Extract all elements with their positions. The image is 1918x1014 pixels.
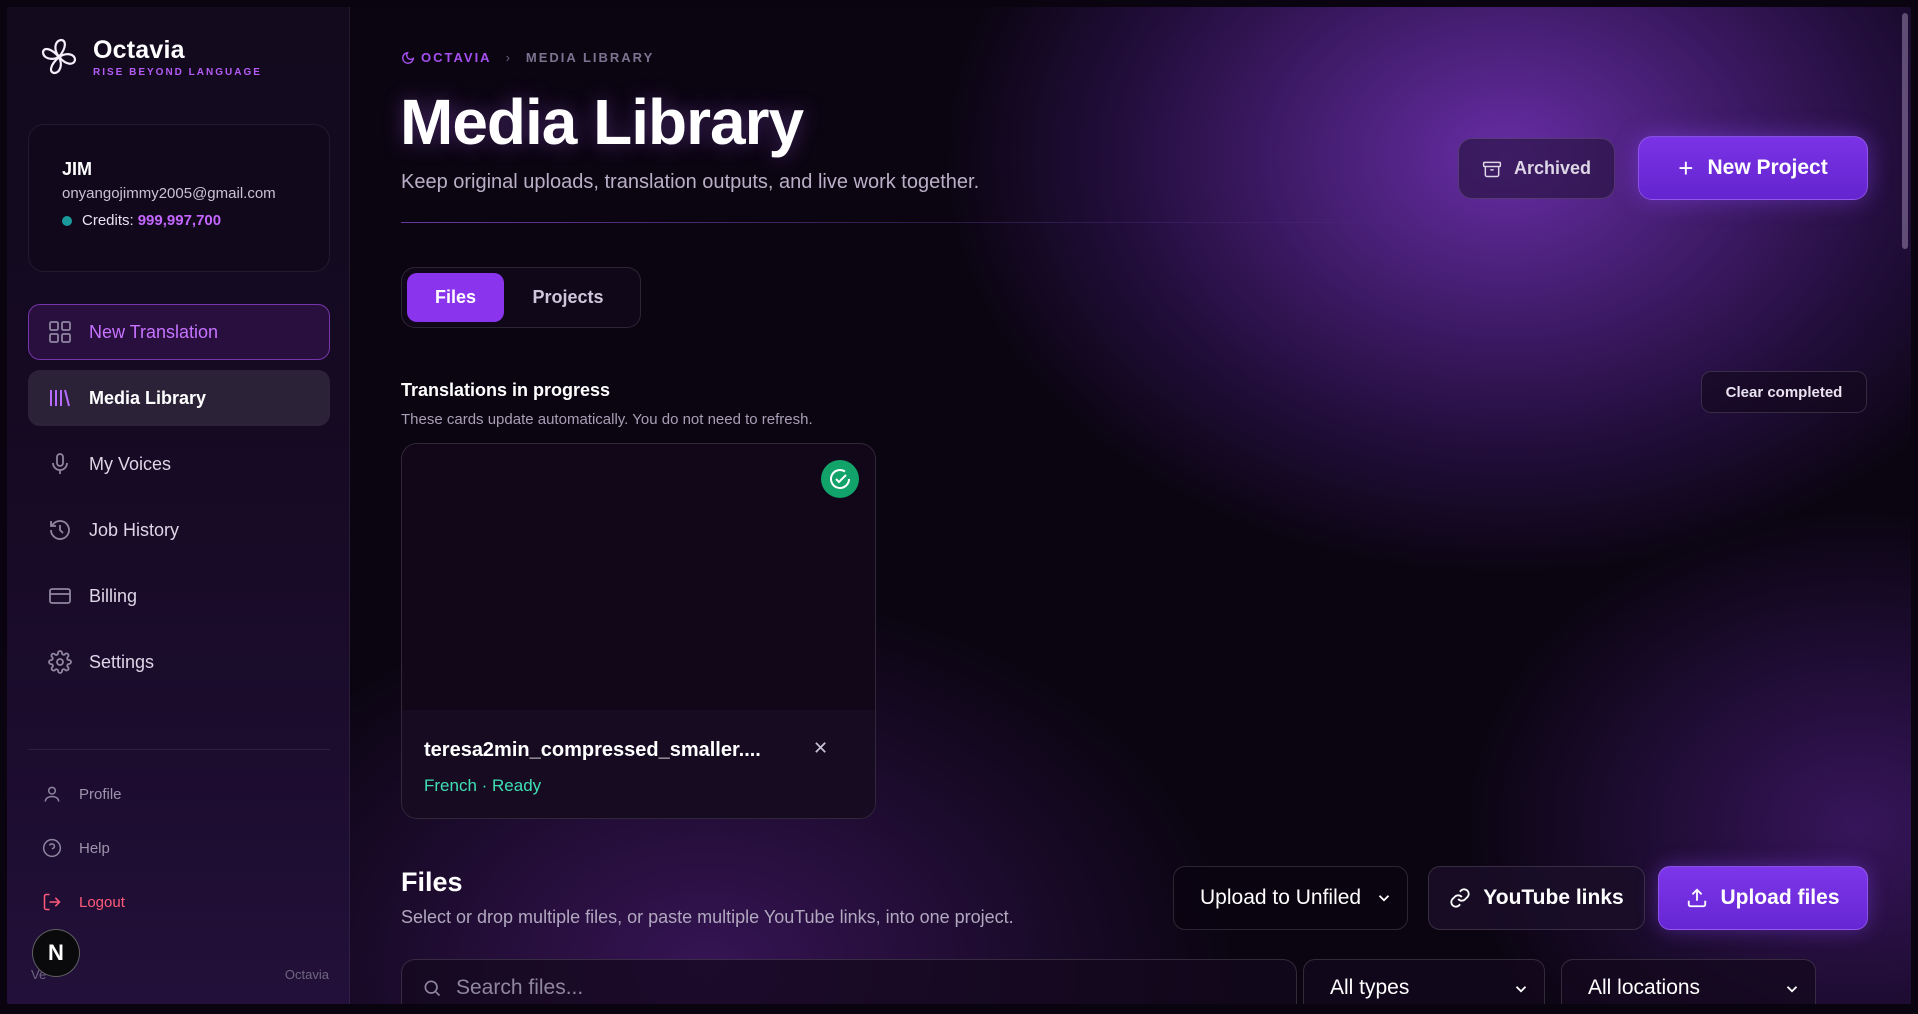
grid-icon bbox=[47, 319, 73, 345]
search-bar bbox=[401, 959, 1297, 1004]
sidebar-secondary-nav: Profile Help Logout bbox=[41, 780, 125, 942]
user-icon bbox=[41, 783, 63, 805]
gear-icon bbox=[47, 649, 73, 675]
sidebar-item-label: Profile bbox=[79, 785, 122, 803]
sidebar-footer: Ve Octavia bbox=[31, 967, 329, 982]
youtube-links-label: YouTube links bbox=[1483, 886, 1624, 909]
history-icon bbox=[47, 517, 73, 543]
files-section-subtitle: Select or drop multiple files, or paste … bbox=[401, 907, 1014, 927]
microphone-icon bbox=[47, 451, 73, 477]
app-window: Octavia RISE BEYOND LANGUAGE JIM onyango… bbox=[7, 7, 1911, 1004]
octavia-logo bbox=[41, 38, 77, 75]
sidebar-item-job-history[interactable]: Job History bbox=[28, 502, 330, 558]
tab-files[interactable]: Files bbox=[407, 273, 504, 322]
archived-label: Archived bbox=[1513, 158, 1592, 178]
upload-destination-label: Upload to Unfiled bbox=[1200, 886, 1362, 909]
card-preview bbox=[402, 444, 875, 710]
moon-icon bbox=[402, 51, 415, 64]
breadcrumb-current: MEDIA LIBRARY bbox=[525, 50, 655, 65]
credit-card-icon bbox=[47, 583, 73, 609]
close-icon[interactable]: ✕ bbox=[813, 738, 828, 759]
search-icon bbox=[422, 978, 442, 998]
new-project-label: New Project bbox=[1707, 156, 1828, 179]
sidebar-divider bbox=[28, 749, 330, 750]
view-tabs: Files Projects bbox=[401, 267, 641, 328]
breadcrumb: OCTAVIA › MEDIA LIBRARY bbox=[401, 50, 654, 65]
type-filter-value: All types bbox=[1330, 976, 1410, 999]
upload-files-button[interactable]: Upload files bbox=[1658, 866, 1868, 930]
plus-icon: + bbox=[1678, 153, 1694, 183]
check-circle-icon bbox=[821, 460, 859, 498]
chevron-down-icon bbox=[1375, 889, 1393, 913]
card-file-name: teresa2min_compressed_smaller.... bbox=[424, 739, 761, 761]
sidebar-item-label: New Translation bbox=[89, 321, 219, 342]
breadcrumb-root[interactable]: OCTAVIA bbox=[421, 50, 492, 65]
sidebar-item-label: Logout bbox=[79, 893, 125, 911]
chevron-down-icon bbox=[1783, 980, 1801, 1004]
main-content: OCTAVIA › MEDIA LIBRARY Media Library Ke… bbox=[350, 7, 1911, 1004]
in-progress-subtitle: These cards update automatically. You do… bbox=[401, 411, 813, 428]
credits-value: 999,997,700 bbox=[137, 212, 222, 229]
location-filter-select[interactable]: All locations bbox=[1561, 959, 1816, 1004]
sidebar-item-label: Media Library bbox=[89, 387, 207, 408]
dev-tools-badge[interactable]: N bbox=[32, 929, 80, 977]
upload-destination-select[interactable]: Upload to Unfiled bbox=[1173, 866, 1408, 930]
header-divider bbox=[401, 222, 1451, 223]
archive-icon bbox=[1482, 159, 1502, 179]
sidebar-item-label: Settings bbox=[89, 651, 155, 672]
new-project-button[interactable]: + New Project bbox=[1638, 136, 1868, 200]
scrollbar[interactable] bbox=[1902, 13, 1908, 249]
archived-button[interactable]: Archived bbox=[1458, 138, 1615, 199]
sidebar-item-my-voices[interactable]: My Voices bbox=[28, 436, 330, 492]
link-icon bbox=[1449, 887, 1471, 909]
page-subtitle: Keep original uploads, translation outpu… bbox=[401, 171, 980, 193]
footer-brand: Octavia bbox=[284, 967, 329, 982]
sidebar: Octavia RISE BEYOND LANGUAGE JIM onyango… bbox=[7, 7, 350, 1004]
tab-projects[interactable]: Projects bbox=[504, 273, 632, 322]
library-icon bbox=[47, 385, 73, 411]
sidebar-item-settings[interactable]: Settings bbox=[28, 634, 330, 690]
sidebar-item-label: My Voices bbox=[89, 453, 172, 474]
sidebar-item-label: Job History bbox=[89, 519, 180, 540]
sidebar-item-logout[interactable]: Logout bbox=[41, 888, 125, 916]
brand-tagline: RISE BEYOND LANGUAGE bbox=[93, 67, 262, 78]
sidebar-nav: New Translation Media Library My Voices bbox=[28, 304, 330, 700]
card-status: French · Ready bbox=[424, 776, 542, 795]
credits-status-dot bbox=[62, 215, 72, 226]
brand[interactable]: Octavia RISE BEYOND LANGUAGE bbox=[37, 35, 262, 79]
help-icon bbox=[41, 837, 63, 859]
upload-files-label: Upload files bbox=[1720, 886, 1840, 909]
sidebar-item-label: Billing bbox=[89, 585, 138, 606]
card-footer: teresa2min_compressed_smaller.... French… bbox=[402, 710, 875, 818]
in-progress-title: Translations in progress bbox=[401, 380, 611, 400]
location-filter-value: All locations bbox=[1588, 976, 1701, 999]
logout-icon bbox=[41, 891, 63, 913]
sidebar-item-help[interactable]: Help bbox=[41, 834, 125, 862]
clear-completed-button[interactable]: Clear completed bbox=[1701, 371, 1867, 413]
brand-name: Octavia bbox=[93, 36, 185, 64]
upload-icon bbox=[1686, 887, 1708, 909]
type-filter-select[interactable]: All types bbox=[1303, 959, 1545, 1004]
user-email: onyangojimmy2005@gmail.com bbox=[62, 185, 276, 202]
sidebar-item-media-library[interactable]: Media Library bbox=[28, 370, 330, 426]
user-name: JIM bbox=[62, 159, 93, 179]
credits-row: Credits: 999,997,700 bbox=[62, 212, 329, 229]
page-title: Media Library bbox=[400, 86, 804, 158]
credits-label: Credits: bbox=[82, 212, 134, 229]
translation-card[interactable]: teresa2min_compressed_smaller.... French… bbox=[401, 443, 876, 819]
sidebar-item-label: Help bbox=[79, 839, 110, 857]
breadcrumb-separator: › bbox=[505, 50, 512, 65]
chevron-down-icon bbox=[1512, 980, 1530, 1004]
files-section-title: Files bbox=[401, 867, 463, 897]
youtube-links-button[interactable]: YouTube links bbox=[1428, 866, 1645, 930]
sidebar-item-billing[interactable]: Billing bbox=[28, 568, 330, 624]
user-card: JIM onyangojimmy2005@gmail.com Credits: … bbox=[28, 124, 330, 272]
search-input[interactable] bbox=[456, 976, 1256, 1000]
sidebar-item-new-translation[interactable]: New Translation bbox=[28, 304, 330, 360]
sidebar-item-profile[interactable]: Profile bbox=[41, 780, 125, 808]
